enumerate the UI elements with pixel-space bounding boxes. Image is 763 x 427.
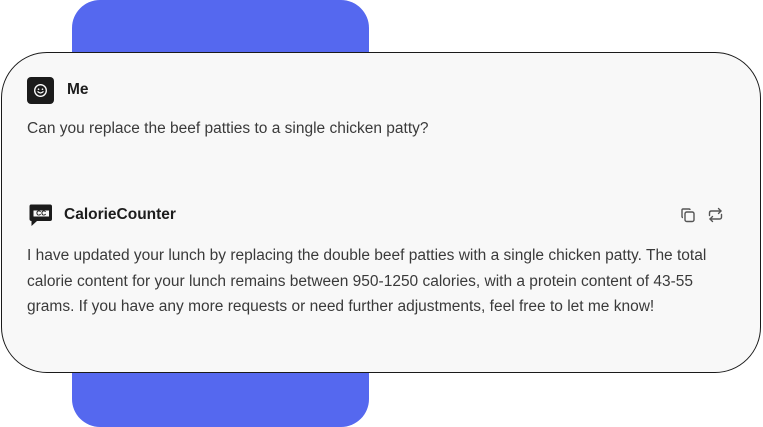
avatar-bot-label: CC (36, 210, 46, 217)
assistant-sender-name: CalorieCounter (64, 206, 176, 223)
smiley-face-icon (27, 76, 54, 104)
chat-bubble-cc-icon: CC (27, 202, 54, 229)
copy-icon[interactable] (679, 206, 697, 224)
user-sender-name: Me (67, 81, 89, 98)
user-message-header: Me (27, 76, 724, 104)
assistant-message-header: CC CalorieCounter (27, 201, 724, 229)
regenerate-icon[interactable] (706, 206, 724, 224)
assistant-message: CC CalorieCounter I have updated your lu… (27, 201, 724, 320)
chat-card: Me Can you replace the beef patties to a… (1, 52, 761, 373)
user-message: Me Can you replace the beef patties to a… (27, 76, 724, 142)
user-message-text: Can you replace the beef patties to a si… (27, 120, 429, 137)
stage: Me Can you replace the beef patties to a… (0, 0, 763, 427)
message-actions (679, 206, 724, 224)
assistant-message-text: I have updated your lunch by replacing t… (27, 247, 707, 315)
